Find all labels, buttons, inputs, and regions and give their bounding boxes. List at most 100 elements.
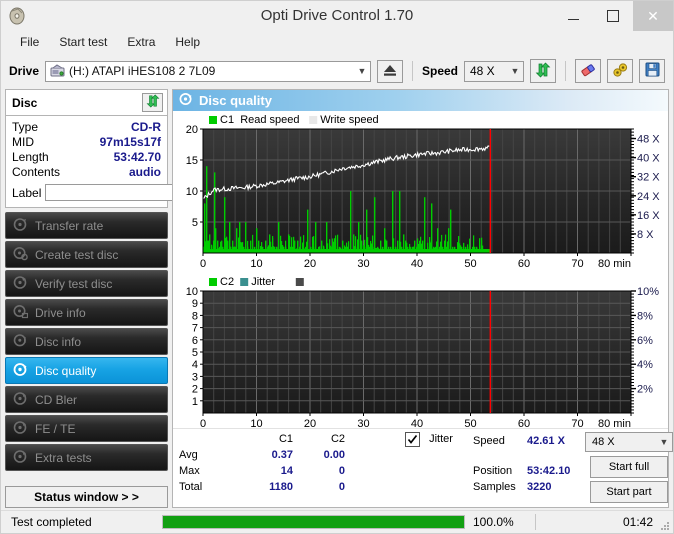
progress-percent: 100.0%	[473, 515, 514, 529]
stats-label-samples: Samples	[473, 481, 516, 493]
sidebar-item-drive-info[interactable]: Drive info	[5, 299, 168, 326]
window-controls: ✕	[553, 1, 673, 31]
speed-value: 48 X	[470, 64, 495, 78]
stats-col-header-c2: C2	[330, 433, 345, 445]
start-full-button[interactable]: Start full	[590, 456, 668, 478]
svg-text:50: 50	[464, 258, 476, 270]
disc-gear-icon	[13, 217, 28, 235]
sidebar-item-label: Extra tests	[35, 450, 92, 465]
disc-row-value: audio	[129, 165, 161, 179]
drive-label: Drive	[9, 64, 40, 78]
svg-text:10%: 10%	[637, 286, 659, 298]
stats-col-header-c1: C1	[278, 433, 293, 445]
resize-grip[interactable]	[660, 521, 669, 530]
stats-value-total-c1: 1180	[269, 481, 293, 493]
disc-row-value: 53:42.70	[113, 150, 161, 164]
disc-quality-panel: Disc quality 0 10 20 30 40 50 60 70 80 min 5 10 15 2…	[172, 89, 673, 508]
disc-refresh-button[interactable]	[142, 93, 163, 112]
test-speed-select[interactable]: 48 X ▼	[585, 432, 673, 452]
eraser-icon	[580, 62, 597, 81]
stats-row-label-max: Max	[179, 465, 200, 477]
sidebar-item-extra-tests[interactable]: Extra tests	[5, 444, 168, 471]
sidebar-item-transfer-rate[interactable]: Transfer rate	[5, 212, 168, 239]
progress-bar	[162, 515, 465, 529]
tools-icon	[612, 62, 629, 81]
eject-button[interactable]	[376, 59, 403, 83]
start-part-button[interactable]: Start part	[590, 481, 668, 503]
disc-extra-icon	[13, 449, 28, 467]
disc-row-key: Contents	[12, 165, 61, 179]
c2-jitter-chart[interactable]: 0 10 20 30 40 50 60 70 80 min 1 2 3 4 5 6 7 8 9 10 2% 4% 6% 8%…	[173, 273, 668, 433]
stats-value-total-c2: 0	[338, 481, 345, 493]
svg-text:Write speed: Write speed	[320, 114, 379, 126]
disc-row-value: 97m15s17f	[99, 135, 161, 149]
panel-title: Disc quality	[199, 93, 272, 108]
sidebar-item-disc-quality[interactable]: Disc quality	[5, 357, 168, 384]
svg-text:6: 6	[192, 335, 198, 347]
svg-text:24 X: 24 X	[637, 191, 660, 203]
sidebar-item-fe-te[interactable]: FE / TE	[5, 415, 168, 442]
sidebar-item-disc-info[interactable]: Disc info	[5, 328, 168, 355]
sidebar-item-verify-test-disc[interactable]: Verify test disc	[5, 270, 168, 297]
menu-item-extra[interactable]: Extra	[118, 33, 164, 51]
sidebar-item-label: Transfer rate	[35, 218, 104, 233]
stats-panel: C1 C2 Avg Max Total 0.37 0.00 14 0 1180 …	[173, 428, 673, 507]
svg-text:8 X: 8 X	[637, 229, 654, 241]
refresh-icon	[146, 94, 160, 111]
tools-button[interactable]	[607, 59, 633, 83]
disc-label-row: Label	[12, 183, 250, 202]
status-message: Test completed	[11, 515, 92, 529]
close-button[interactable]: ✕	[633, 1, 673, 31]
svg-text:10: 10	[186, 186, 198, 198]
refresh-button[interactable]	[530, 59, 556, 83]
sidebar-item-cd-bler[interactable]: CD Bler	[5, 386, 168, 413]
save-icon	[645, 62, 660, 80]
sidebar-item-label: Verify test disc	[35, 276, 113, 291]
chevron-down-icon: ▼	[510, 66, 520, 76]
stats-value-max-c2: 0	[338, 465, 345, 477]
stats-value-position: 53:42.10	[527, 465, 571, 477]
drive-info-icon	[13, 304, 29, 322]
svg-text:Read speed: Read speed	[240, 114, 299, 126]
charts-area: 0 10 20 30 40 50 60 70 80 min 5 10 15 20 8 X 16 X 24 X3…	[173, 111, 668, 430]
chevron-down-icon: ▼	[357, 66, 367, 76]
stats-value-avg-c2: 0.00	[323, 449, 345, 461]
disc-quality-icon	[179, 92, 193, 109]
disc-bler-icon	[13, 391, 28, 409]
sidebar-item-label: CD Bler	[35, 392, 78, 407]
speed-select[interactable]: 48 X ▼	[464, 60, 524, 82]
jitter-checkbox[interactable]: Jitter	[405, 432, 453, 447]
stats-row-label-avg: Avg	[179, 449, 198, 461]
svg-text:32 X: 32 X	[637, 172, 660, 184]
status-separator	[535, 514, 536, 530]
status-window-button[interactable]: Status window > >	[5, 486, 168, 508]
menu-item-help[interactable]: Help	[166, 33, 209, 51]
menu-item-file[interactable]: File	[11, 33, 48, 51]
menu-item-start-test[interactable]: Start test	[50, 33, 116, 51]
status-bar: Test completed 100.0% 01:42	[1, 510, 673, 533]
sidebar-item-create-test-disc[interactable]: Create test disc	[5, 241, 168, 268]
svg-text:4%: 4%	[637, 359, 653, 371]
drive-select[interactable]: (H:) ATAPI iHES108 2 7L09 ▼	[45, 60, 371, 82]
c1-chart[interactable]: 0 10 20 30 40 50 60 70 80 min 5 10 15 20 8 X 16 X 24 X 3…	[173, 111, 668, 273]
eject-icon	[382, 63, 398, 80]
svg-text:10: 10	[186, 286, 198, 298]
svg-text:80 min: 80 min	[598, 258, 631, 270]
svg-text:30: 30	[357, 258, 369, 270]
disc-info-title: Disc	[12, 95, 38, 110]
maximize-button[interactable]	[593, 1, 633, 31]
disc-row-contents: Contents audio	[12, 165, 161, 180]
toolbar-separator-2	[565, 61, 566, 81]
svg-text:70: 70	[571, 258, 583, 270]
disc-info-rows: Type CD-R MID 97m15s17f Length 53:42.70 …	[6, 116, 250, 207]
svg-text:5: 5	[192, 217, 198, 229]
minimize-button[interactable]	[553, 1, 593, 31]
jitter-label: Jitter	[429, 433, 453, 446]
stats-value-avg-c1: 0.37	[271, 449, 293, 461]
left-sidebar: Disc Type CD-R MID 97m15s17f Length 53:4…	[5, 89, 250, 508]
save-button[interactable]	[639, 59, 665, 83]
speed-label: Speed	[421, 64, 458, 78]
svg-text:7: 7	[192, 323, 198, 335]
eraser-button[interactable]	[575, 59, 601, 83]
